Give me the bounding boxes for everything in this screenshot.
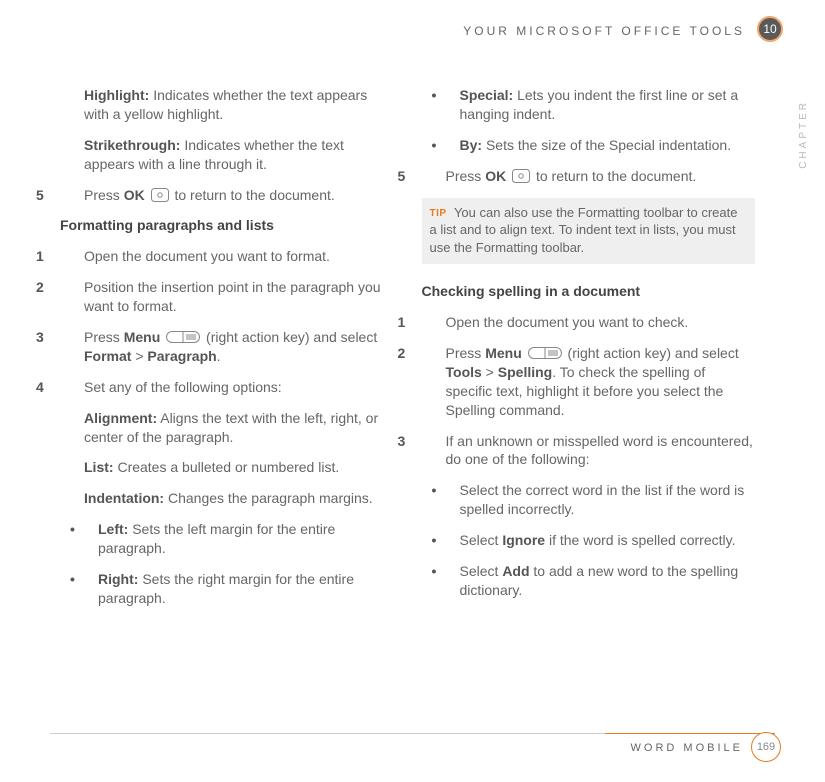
fp-step-3-a: Press	[84, 329, 124, 345]
option-highlight: Highlight: Indicates whether the text ap…	[60, 86, 394, 124]
step-number: 4	[36, 378, 60, 397]
cs-step-2-b: (right action key) and select	[568, 345, 739, 361]
cs-b2-a: Select	[460, 532, 503, 548]
tip-callout: TIP You can also use the Formatting tool…	[422, 198, 756, 265]
term-strikethrough: Strikethrough:	[84, 137, 180, 153]
cs-bullet-3: • Select Add to add a new word to the sp…	[422, 562, 756, 600]
option-right: • Right: Sets the right margin for the e…	[60, 570, 394, 608]
cs-step-1-text: Open the document you want to check.	[446, 314, 689, 330]
text-left: Sets the left margin for the entire para…	[98, 521, 335, 556]
step-number: 1	[398, 313, 422, 332]
option-indentation: Indentation: Changes the paragraph margi…	[60, 489, 394, 508]
bullet-icon: •	[432, 531, 446, 550]
cs-bullet-1: • Select the correct word in the list if…	[422, 481, 756, 519]
label-ok: OK	[124, 187, 145, 203]
option-alignment: Alignment: Aligns the text with the left…	[60, 409, 394, 447]
option-by: • By: Sets the size of the Special inden…	[422, 136, 756, 155]
text-list: Creates a bulleted or numbered list.	[114, 459, 340, 475]
label-ok: OK	[485, 168, 506, 184]
sep-gt: >	[482, 364, 498, 380]
chapter-number-badge: 10	[757, 16, 783, 42]
cs-step-1: 1 Open the document you want to check.	[422, 313, 756, 332]
step-5-text-b: to return to the document.	[174, 187, 334, 203]
bullet-icon: •	[432, 481, 446, 500]
cs-step-2: 2 Press Menu (right action key) and sele…	[422, 344, 756, 420]
tip-label: TIP	[430, 208, 447, 219]
cs-b2-b: if the word is spelled correctly.	[545, 532, 735, 548]
term-highlight: Highlight:	[84, 87, 149, 103]
action-key-icon	[166, 331, 200, 343]
step-number: 5	[36, 186, 60, 205]
page-number-badge: 169	[751, 732, 781, 762]
footer-rule	[50, 733, 775, 734]
label-spelling: Spelling	[498, 364, 552, 380]
action-key-icon	[528, 347, 562, 359]
cs-b3-a: Select	[460, 563, 503, 579]
text-indentation: Changes the paragraph margins.	[164, 490, 373, 506]
option-strikethrough: Strikethrough: Indicates whether the tex…	[60, 136, 394, 174]
term-left: Left:	[98, 521, 128, 537]
step-number: 5	[398, 167, 422, 186]
step-5r-b: to return to the document.	[536, 168, 696, 184]
label-tools: Tools	[446, 364, 482, 380]
fp-step-3-b: (right action key) and select	[206, 329, 377, 345]
heading-formatting-paragraphs: Formatting paragraphs and lists	[60, 216, 394, 235]
bullet-icon: •	[432, 136, 446, 155]
term-by: By:	[460, 137, 483, 153]
label-menu: Menu	[485, 345, 522, 361]
label-paragraph: Paragraph	[147, 348, 216, 364]
sep-gt: >	[131, 348, 147, 364]
fp-step-3: 3 Press Menu (right action key) and sele…	[60, 328, 394, 366]
step-number: 2	[398, 344, 422, 363]
bullet-icon: •	[70, 520, 84, 539]
term-list: List:	[84, 459, 114, 475]
option-list: List: Creates a bulleted or numbered lis…	[60, 458, 394, 477]
term-right: Right:	[98, 571, 138, 587]
step-5r-a: Press	[446, 168, 486, 184]
step-5-left: 5 Press OK to return to the document.	[60, 186, 394, 205]
fp-step-3-end: .	[217, 348, 221, 364]
step-number: 1	[36, 247, 60, 266]
ok-key-icon	[512, 169, 530, 183]
term-alignment: Alignment:	[84, 410, 157, 426]
heading-checking-spelling: Checking spelling in a document	[422, 282, 756, 301]
cs-step-3-text: If an unknown or misspelled word is enco…	[446, 433, 753, 468]
label-menu: Menu	[124, 329, 161, 345]
fp-step-2: 2 Position the insertion point in the pa…	[60, 278, 394, 316]
term-special: Special:	[460, 87, 514, 103]
chapter-side-label: CHAPTER	[797, 100, 811, 169]
header-title: YOUR MICROSOFT OFFICE TOOLS	[463, 23, 745, 39]
fp-step-4: 4 Set any of the following options:	[60, 378, 394, 397]
tip-text: You can also use the Formatting toolbar …	[430, 205, 738, 255]
label-format: Format	[84, 348, 131, 364]
cs-step-3: 3 If an unknown or misspelled word is en…	[422, 432, 756, 470]
right-column: • Special: Lets you indent the first lin…	[422, 86, 756, 712]
fp-step-1-text: Open the document you want to format.	[84, 248, 330, 264]
bullet-icon: •	[70, 570, 84, 589]
label-add: Add	[502, 563, 529, 579]
label-ignore: Ignore	[502, 532, 545, 548]
footer-section-label: WORD MOBILE	[631, 741, 743, 756]
step-number: 3	[398, 432, 422, 451]
text-by: Sets the size of the Special indentation…	[482, 137, 731, 153]
step-number: 2	[36, 278, 60, 297]
fp-step-1: 1 Open the document you want to format.	[60, 247, 394, 266]
option-special: • Special: Lets you indent the first lin…	[422, 86, 756, 124]
step-5-text-a: Press	[84, 187, 124, 203]
page-header: YOUR MICROSOFT OFFICE TOOLS 10	[50, 20, 783, 42]
step-number: 3	[36, 328, 60, 347]
step-5-right: 5 Press OK to return to the document.	[422, 167, 756, 186]
content-columns: Highlight: Indicates whether the text ap…	[60, 86, 755, 712]
bullet-icon: •	[432, 86, 446, 105]
fp-step-2-text: Position the insertion point in the para…	[84, 279, 381, 314]
fp-step-4-text: Set any of the following options:	[84, 379, 282, 395]
cs-b1-text: Select the correct word in the list if t…	[460, 482, 745, 517]
term-indentation: Indentation:	[84, 490, 164, 506]
cs-bullet-2: • Select Ignore if the word is spelled c…	[422, 531, 756, 550]
option-left: • Left: Sets the left margin for the ent…	[60, 520, 394, 558]
bullet-icon: •	[432, 562, 446, 581]
ok-key-icon	[151, 188, 169, 202]
cs-step-2-a: Press	[446, 345, 486, 361]
left-column: Highlight: Indicates whether the text ap…	[60, 86, 394, 712]
